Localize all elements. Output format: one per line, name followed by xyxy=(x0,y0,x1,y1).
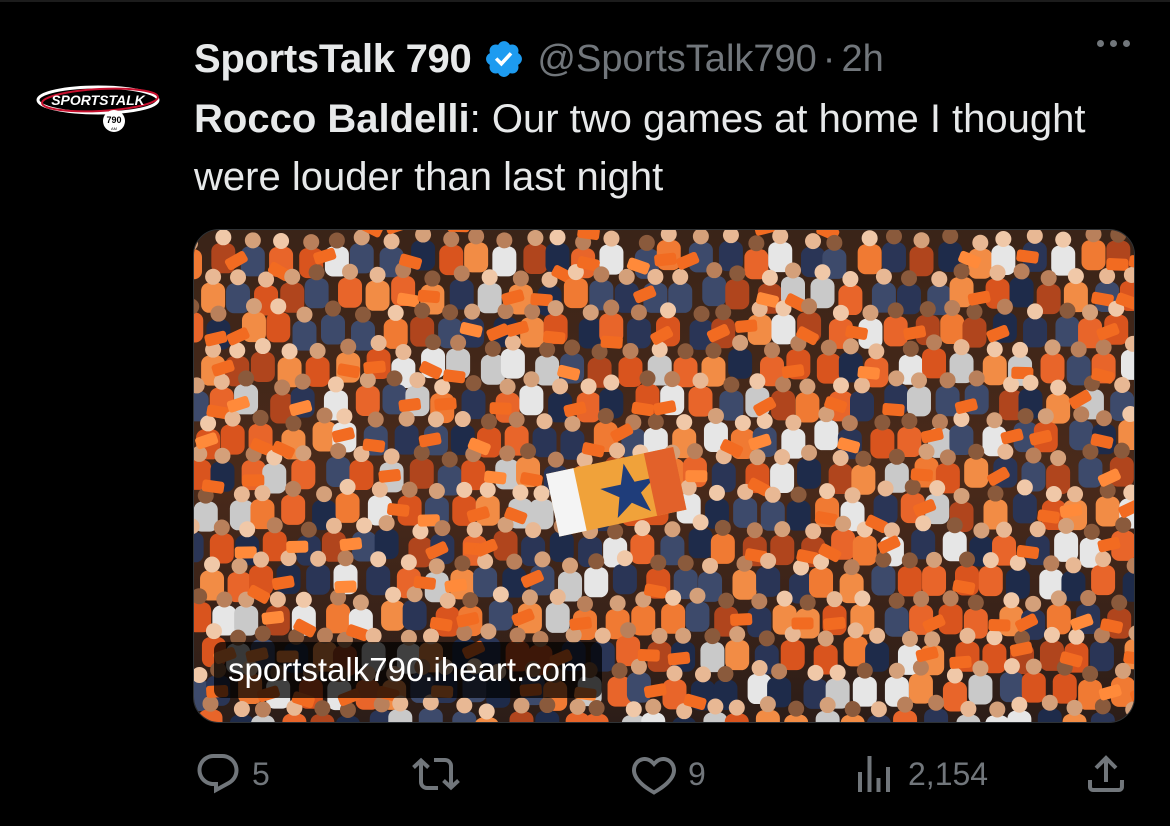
views-chart-icon xyxy=(858,756,890,792)
like-button[interactable]: 9 xyxy=(630,748,706,800)
media-card[interactable]: sportstalk790.iheart.com xyxy=(193,229,1135,723)
more-options-icon[interactable] xyxy=(1097,40,1130,47)
reply-icon xyxy=(197,754,239,794)
avatar[interactable]: SPORTSTALK 790 AM xyxy=(36,72,164,142)
like-count: 9 xyxy=(688,755,706,792)
logo-am: AM xyxy=(111,126,117,131)
views-count: 2,154 xyxy=(908,755,989,792)
retweet-button[interactable] xyxy=(412,748,470,800)
action-bar: 5 9 2,154 xyxy=(194,748,1134,800)
reply-count: 5 xyxy=(252,755,270,792)
handle[interactable]: @SportsTalk790 xyxy=(537,38,816,81)
separator-dot: · xyxy=(822,37,836,80)
tweet-text: Rocco Baldelli: Our two games at home I … xyxy=(194,90,1094,206)
verified-badge-icon xyxy=(486,41,523,77)
retweet-icon xyxy=(412,757,460,791)
top-divider xyxy=(0,0,1170,2)
tweet-header: SportsTalk 790 @SportsTalk790 · 2h xyxy=(194,34,884,84)
reply-button[interactable]: 5 xyxy=(194,748,270,800)
views-button[interactable]: 2,154 xyxy=(850,748,988,800)
logo-number: 790 xyxy=(106,115,121,125)
share-icon xyxy=(1088,755,1124,792)
tweet-speaker: Rocco Baldelli xyxy=(194,97,470,141)
logo-text: SPORTSTALK xyxy=(51,92,145,108)
share-button[interactable] xyxy=(1082,748,1130,800)
sportstalk-logo: SPORTSTALK 790 AM xyxy=(36,85,160,132)
heart-icon xyxy=(632,756,676,795)
display-name[interactable]: SportsTalk 790 xyxy=(194,37,472,82)
timestamp[interactable]: 2h xyxy=(841,38,883,81)
link-url[interactable]: sportstalk790.iheart.com xyxy=(214,642,602,698)
